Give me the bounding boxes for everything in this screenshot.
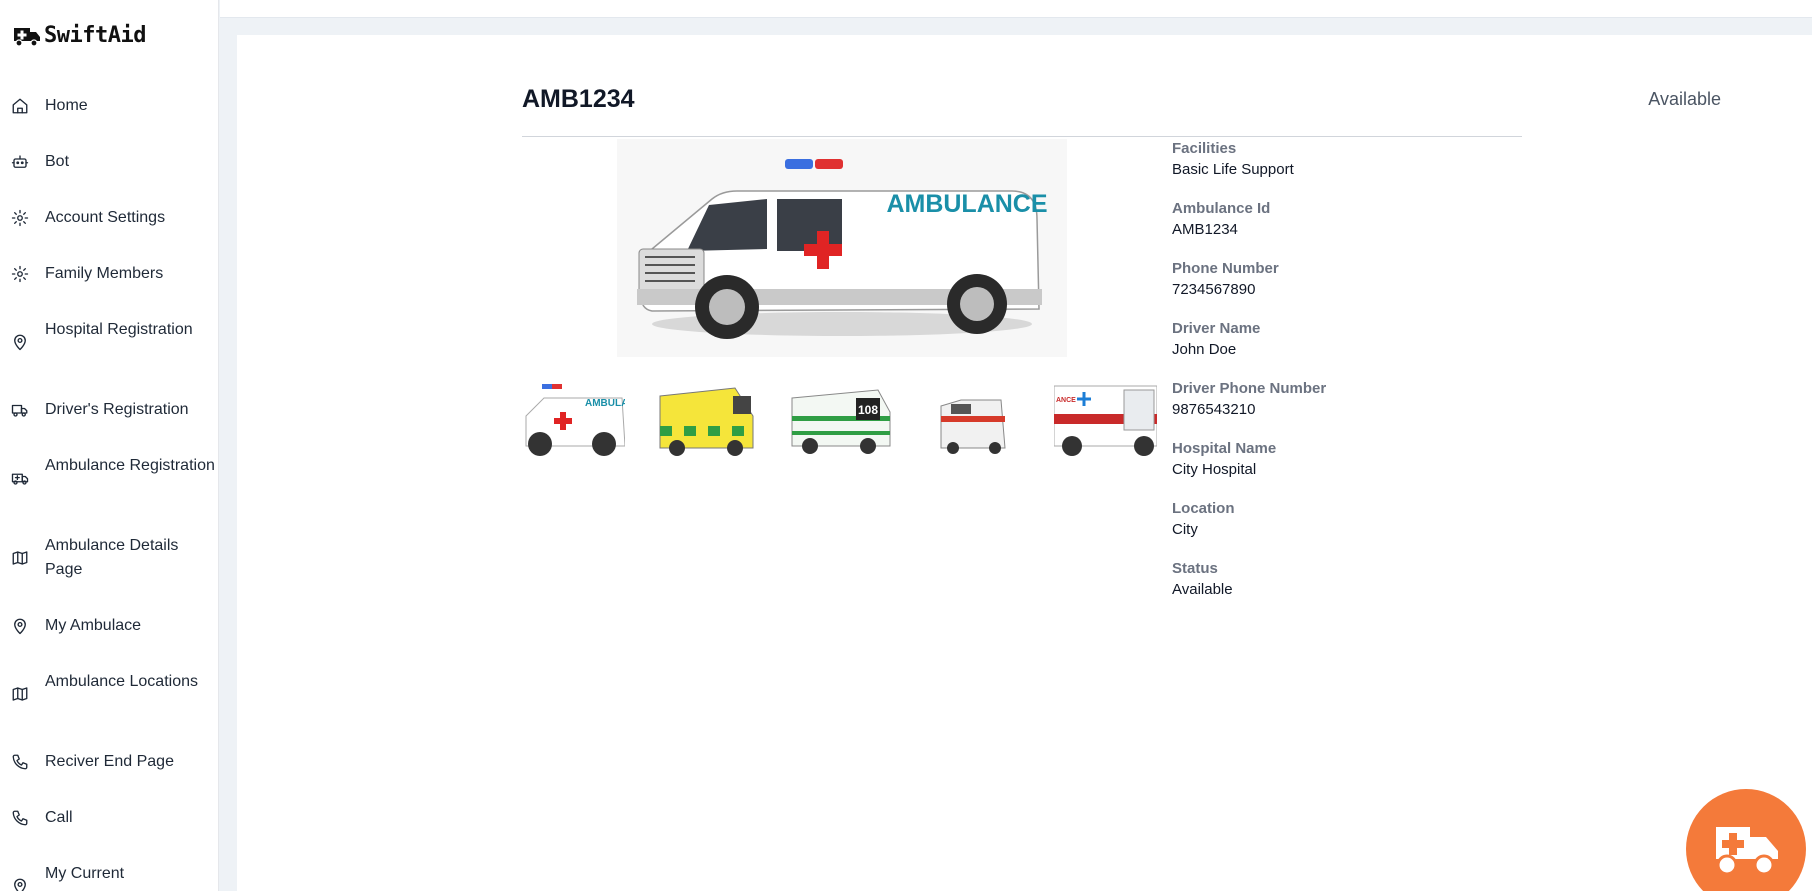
sidebar-item-home[interactable]: Home	[0, 94, 218, 118]
status-value: Available	[1172, 581, 1233, 598]
sidebar-item-my-current[interactable]: My Current	[0, 862, 218, 891]
sidebar-item-account-settings[interactable]: Account Settings	[0, 206, 218, 230]
thumbnail-2[interactable]	[655, 376, 758, 460]
sidebar-item-family-members[interactable]: Family Members	[0, 262, 218, 286]
gear-icon	[11, 209, 29, 227]
map-icon	[11, 549, 29, 567]
status-label: Status	[1172, 560, 1218, 577]
map-pin-icon	[11, 617, 29, 635]
sidebar-item-label: My Ambulace	[45, 617, 142, 634]
thumbnail-1-text: AMBULA	[585, 398, 625, 409]
ambulance-icon	[11, 469, 29, 487]
map-pin-icon	[11, 333, 29, 351]
app-name: SwiftAid	[44, 22, 146, 48]
sidebar: SwiftAid Home Bot Account Settings Famil…	[0, 0, 219, 891]
thumbnail-5[interactable]: ANCE	[1054, 376, 1157, 460]
location-value: City	[1172, 521, 1198, 538]
truck-icon	[11, 401, 29, 419]
sidebar-item-label: Account Settings	[45, 209, 166, 226]
facilities-value: Basic Life Support	[1172, 161, 1294, 178]
top-bar	[220, 0, 1812, 18]
sidebar-item-label: Family Members	[45, 265, 164, 282]
phone-number-label: Phone Number	[1172, 260, 1279, 277]
brand-logo[interactable]: SwiftAid	[12, 22, 146, 48]
phone-number-value: 7234567890	[1172, 281, 1256, 298]
thumbnail-strip: AMBULA 108 ANCE	[522, 376, 1157, 460]
page-title: AMB1234	[522, 85, 635, 113]
sidebar-item-my-ambulace[interactable]: My Ambulace	[0, 614, 218, 638]
sidebar-item-ambulance-locations[interactable]: Ambulance Locations	[0, 670, 218, 718]
sidebar-item-ambulance-details-page[interactable]: Ambulance Details Page	[0, 534, 218, 582]
sidebar-item-label: Hospital Registration	[45, 321, 193, 338]
driver-name-value: John Doe	[1172, 341, 1237, 358]
sidebar-item-ambulance-registration[interactable]: Ambulance Registration	[0, 454, 218, 502]
sidebar-item-label: My Current	[45, 865, 125, 882]
driver-phone-number-label: Driver Phone Number	[1172, 380, 1327, 397]
gear-icon	[11, 265, 29, 283]
sidebar-item-drivers-registration[interactable]: Driver's Registration	[0, 398, 218, 422]
sidebar-item-reciver-end-page[interactable]: Reciver End Page	[0, 750, 218, 774]
phone-icon	[11, 809, 29, 827]
hospital-name-label: Hospital Name	[1172, 440, 1277, 457]
location-label: Location	[1172, 500, 1235, 517]
thumbnail-4[interactable]	[921, 376, 1024, 460]
map-pin-icon	[11, 877, 29, 891]
sidebar-item-label: Call	[45, 809, 73, 826]
driver-name-label: Driver Name	[1172, 320, 1261, 337]
facilities-label: Facilities	[1172, 140, 1237, 157]
map-icon	[11, 685, 29, 703]
thumbnail-1[interactable]: AMBULA	[522, 376, 625, 460]
home-icon	[11, 97, 29, 115]
sidebar-item-label: Ambulance Details Page	[45, 537, 179, 578]
ambulance-details-card: AMB1234 Available AMBULANCE AMBULA 108 A…	[237, 35, 1812, 891]
sidebar-item-label: Driver's Registration	[45, 401, 189, 418]
ambulance-logo-icon	[14, 28, 40, 47]
sidebar-item-label: Ambulance Locations	[45, 673, 198, 690]
ambulance-id-value: AMB1234	[1172, 221, 1238, 238]
bot-icon	[11, 153, 29, 171]
status-badge: Available	[1648, 89, 1721, 109]
ambulance-id-label: Ambulance Id	[1172, 200, 1271, 217]
main-ambulance-image: AMBULANCE	[617, 139, 1067, 357]
divider	[522, 136, 1522, 137]
sidebar-item-bot[interactable]: Bot	[0, 150, 218, 174]
phone-icon	[11, 753, 29, 771]
sidebar-item-label: Ambulance Registration	[45, 457, 215, 474]
thumbnail-5-text: ANCE	[1056, 397, 1076, 404]
sidebar-item-label: Home	[45, 97, 88, 114]
sidebar-item-label: Bot	[45, 153, 70, 170]
ambulance-icon	[1716, 827, 1778, 876]
main-image-text: AMBULANCE	[886, 190, 1047, 218]
sidebar-item-hospital-registration[interactable]: Hospital Registration	[0, 318, 218, 366]
thumbnail-3-text: 108	[858, 403, 878, 417]
thumbnail-3[interactable]: 108	[788, 376, 891, 460]
sidebar-item-label: Reciver End Page	[45, 753, 174, 770]
hospital-name-value: City Hospital	[1172, 461, 1257, 478]
driver-phone-number-value: 9876543210	[1172, 401, 1256, 418]
sidebar-item-call[interactable]: Call	[0, 806, 218, 830]
